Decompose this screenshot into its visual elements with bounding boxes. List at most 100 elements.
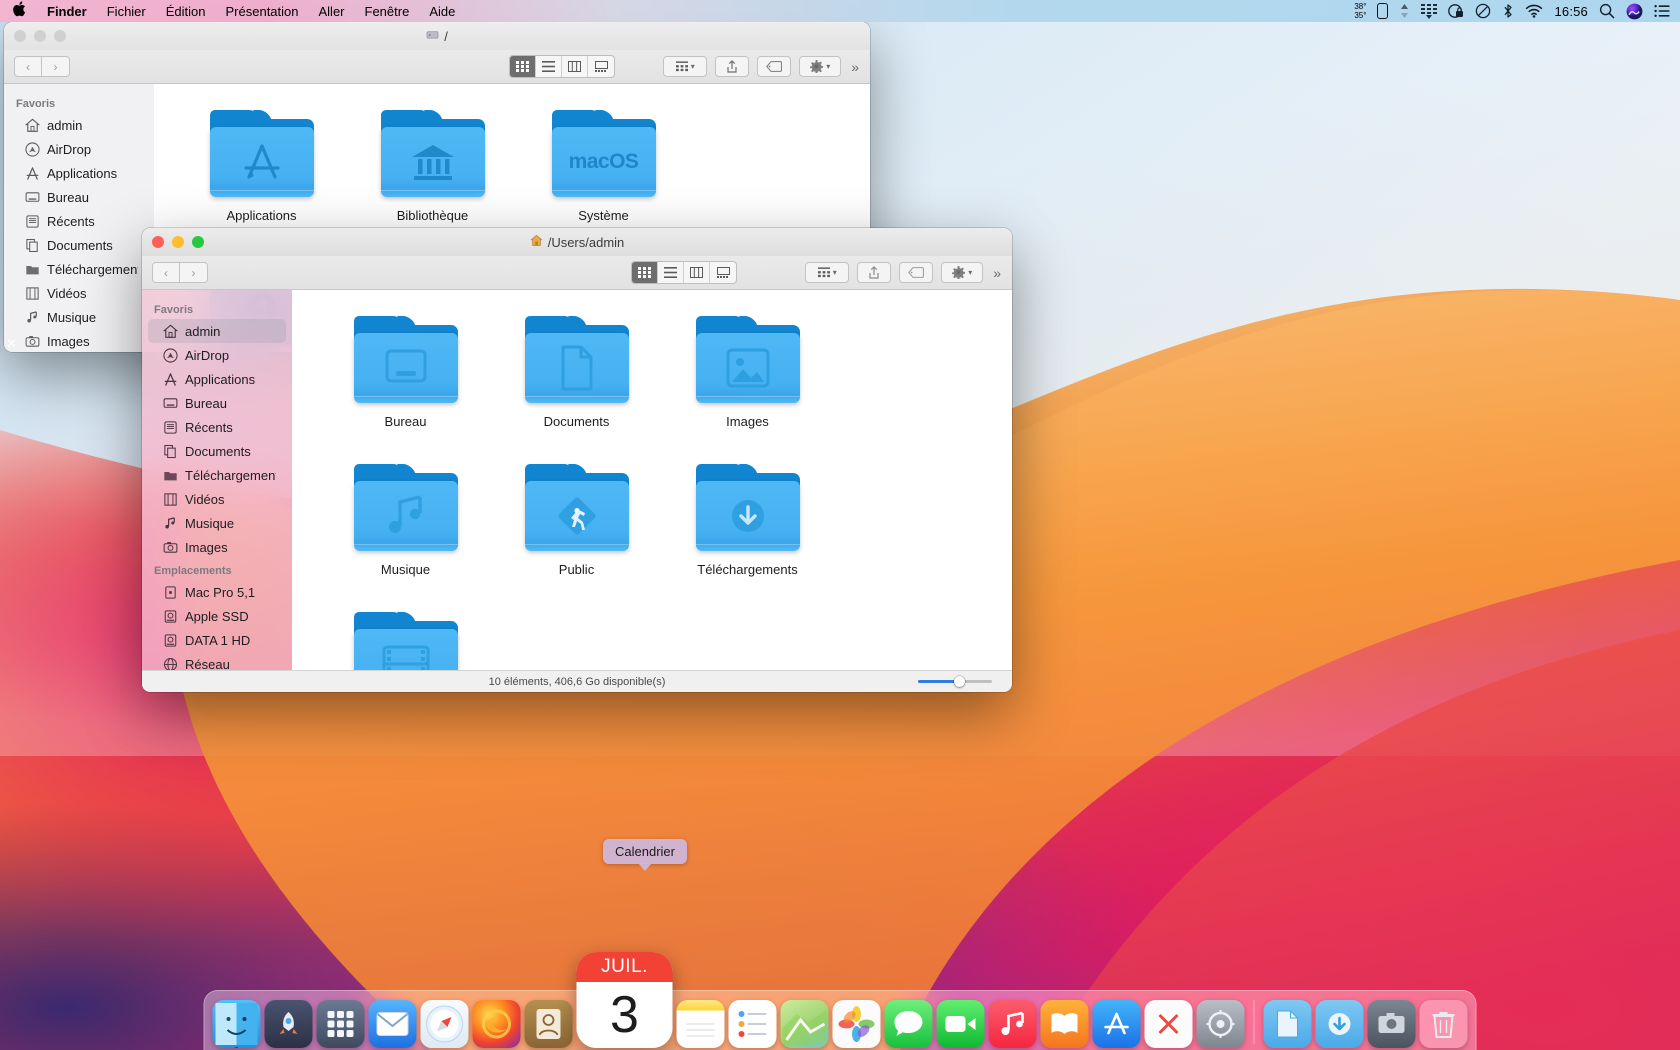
dock-item-reminders[interactable] bbox=[729, 1000, 777, 1048]
menu-item-edition[interactable]: Édition bbox=[156, 4, 216, 19]
icon-size-slider[interactable] bbox=[918, 680, 992, 683]
dock-item-maps[interactable] bbox=[781, 1000, 829, 1048]
dock-item-downloads-stack[interactable] bbox=[1316, 1000, 1364, 1048]
dock-item-facetime[interactable] bbox=[937, 1000, 985, 1048]
dock-item-system-preferences[interactable] bbox=[1197, 1000, 1245, 1048]
front-finder-window[interactable]: /Users/admin ‹ › ▾ bbox=[142, 228, 1012, 692]
sidebar-item-telechargements[interactable]: Téléchargements bbox=[148, 463, 286, 487]
menu-item-fichier[interactable]: Fichier bbox=[97, 4, 156, 19]
sidebar-item-data-1-hd[interactable]: DATA 1 HD bbox=[148, 628, 286, 652]
dock-item-music[interactable] bbox=[989, 1000, 1037, 1048]
lock-circle-icon[interactable] bbox=[1448, 3, 1464, 19]
background-view-switcher[interactable] bbox=[509, 55, 615, 78]
dock-item-news[interactable] bbox=[1145, 1000, 1193, 1048]
sidebar-item-images[interactable]: Images bbox=[10, 329, 148, 352]
sidebar-item-recents[interactable]: Récents bbox=[148, 415, 286, 439]
file-item[interactable]: Bureau bbox=[320, 308, 491, 456]
menu-bar-clock[interactable]: 16:56 bbox=[1554, 4, 1588, 19]
dock-item-calendar[interactable]: JUIL. 3 bbox=[577, 952, 673, 1048]
front-group-by-button[interactable]: ▾ bbox=[805, 262, 849, 283]
dock-item-safari[interactable] bbox=[421, 1000, 469, 1048]
dock-item-photos[interactable] bbox=[833, 1000, 881, 1048]
column-view-icon[interactable] bbox=[562, 56, 588, 77]
sidebar-item-bureau[interactable]: Bureau bbox=[10, 185, 148, 209]
file-item[interactable]: Musique bbox=[320, 456, 491, 604]
sidebar-item-admin[interactable]: admin bbox=[10, 113, 148, 137]
dock-item-messages[interactable] bbox=[885, 1000, 933, 1048]
front-window-titlebar[interactable]: /Users/admin bbox=[142, 228, 1012, 256]
list-view-icon[interactable] bbox=[536, 56, 562, 77]
dock-item-mail[interactable] bbox=[369, 1000, 417, 1048]
front-tag-button[interactable] bbox=[899, 262, 933, 283]
sidebar-item-applications[interactable]: Applications bbox=[10, 161, 148, 185]
sidebar-item-applications[interactable]: Applications bbox=[148, 367, 286, 391]
dock-item-screenshot-stack[interactable] bbox=[1368, 1000, 1416, 1048]
icon-size-track[interactable] bbox=[918, 680, 992, 683]
dock-item-appstore[interactable] bbox=[1093, 1000, 1141, 1048]
background-group-by-button[interactable]: ▾ bbox=[663, 56, 707, 77]
icon-view-icon[interactable] bbox=[510, 56, 536, 77]
sidebar-item-reseau[interactable]: Réseau bbox=[148, 652, 286, 670]
sidebar-item-documents[interactable]: Documents bbox=[10, 233, 148, 257]
sidebar-item-images[interactable]: Images bbox=[148, 535, 286, 559]
dock-item-books[interactable] bbox=[1041, 1000, 1089, 1048]
search-icon[interactable] bbox=[1599, 3, 1615, 19]
dock-item-firefox[interactable] bbox=[473, 1000, 521, 1048]
dock-item-documents-stack[interactable] bbox=[1264, 1000, 1312, 1048]
file-item[interactable]: Public bbox=[491, 456, 662, 604]
background-toolbar-overflow[interactable]: » bbox=[849, 59, 860, 75]
sidebar-item-videos[interactable]: Vidéos bbox=[148, 487, 286, 511]
column-view-icon[interactable] bbox=[684, 262, 710, 283]
background-tag-button[interactable] bbox=[757, 56, 791, 77]
sidebar-item-documents[interactable]: Documents bbox=[148, 439, 286, 463]
menu-item-presentation[interactable]: Présentation bbox=[216, 4, 309, 19]
forward-chevron-icon[interactable]: › bbox=[42, 56, 70, 77]
do-not-disturb-icon[interactable] bbox=[1475, 3, 1491, 19]
file-item[interactable]: Téléchargements bbox=[662, 456, 833, 604]
file-item[interactable]: Documents bbox=[491, 308, 662, 456]
background-share-button[interactable] bbox=[715, 56, 749, 77]
dock-item-contacts[interactable] bbox=[525, 1000, 573, 1048]
dock-item-finder[interactable] bbox=[213, 1000, 261, 1048]
battery-icon[interactable] bbox=[1377, 3, 1388, 19]
icon-view-icon[interactable] bbox=[632, 262, 658, 283]
sidebar-item-musique[interactable]: Musique bbox=[148, 511, 286, 535]
dock-item-trash[interactable] bbox=[1420, 1000, 1468, 1048]
wifi-icon[interactable] bbox=[1525, 3, 1543, 19]
bluetooth-icon[interactable] bbox=[1502, 3, 1514, 19]
sidebar-item-bureau[interactable]: Bureau bbox=[148, 391, 286, 415]
list-view-icon[interactable] bbox=[658, 262, 684, 283]
forward-chevron-icon[interactable]: › bbox=[180, 262, 208, 283]
control-center-icon[interactable] bbox=[1654, 3, 1670, 19]
background-action-button[interactable]: ▾ bbox=[799, 56, 841, 77]
sidebar-item-videos[interactable]: Vidéos bbox=[10, 281, 148, 305]
back-chevron-icon[interactable]: ‹ bbox=[152, 262, 180, 283]
menu-item-fenetre[interactable]: Fenêtre bbox=[355, 4, 420, 19]
gallery-view-icon[interactable] bbox=[710, 262, 736, 283]
sidebar-item-telechargements[interactable]: Téléchargements bbox=[10, 257, 148, 281]
sidebar-item-airdrop[interactable]: AirDrop bbox=[148, 343, 286, 367]
sidebar-item-mac-pro[interactable]: Mac Pro 5,1 bbox=[148, 580, 286, 604]
dock-item-launchpad-rocket[interactable] bbox=[265, 1000, 313, 1048]
sidebar-item-recents[interactable]: Récents bbox=[10, 209, 148, 233]
dock-item-launchpad[interactable] bbox=[317, 1000, 365, 1048]
menu-item-aide[interactable]: Aide bbox=[419, 4, 465, 19]
front-share-button[interactable] bbox=[857, 262, 891, 283]
sidebar-item-airdrop[interactable]: AirDrop bbox=[10, 137, 148, 161]
background-window-titlebar[interactable]: / bbox=[4, 22, 870, 50]
front-view-switcher[interactable] bbox=[631, 261, 737, 284]
sidebar-item-admin[interactable]: admin bbox=[148, 319, 286, 343]
sidebar-item-apple-ssd[interactable]: Apple SSD bbox=[148, 604, 286, 628]
dock-item-notes[interactable] bbox=[677, 1000, 725, 1048]
siri-icon[interactable] bbox=[1626, 3, 1643, 20]
front-toolbar-overflow[interactable]: » bbox=[991, 265, 1002, 281]
apple-menu-icon[interactable] bbox=[0, 1, 37, 20]
icon-size-knob[interactable] bbox=[954, 676, 965, 687]
equalizer-icon[interactable] bbox=[1421, 3, 1437, 19]
gallery-view-icon[interactable] bbox=[588, 56, 614, 77]
menu-item-aller[interactable]: Aller bbox=[309, 4, 355, 19]
file-item[interactable]: Images bbox=[662, 308, 833, 456]
front-action-button[interactable]: ▾ bbox=[941, 262, 983, 283]
background-window-close-overlay[interactable]: ✕ bbox=[6, 337, 17, 350]
menu-item-finder[interactable]: Finder bbox=[37, 4, 97, 19]
